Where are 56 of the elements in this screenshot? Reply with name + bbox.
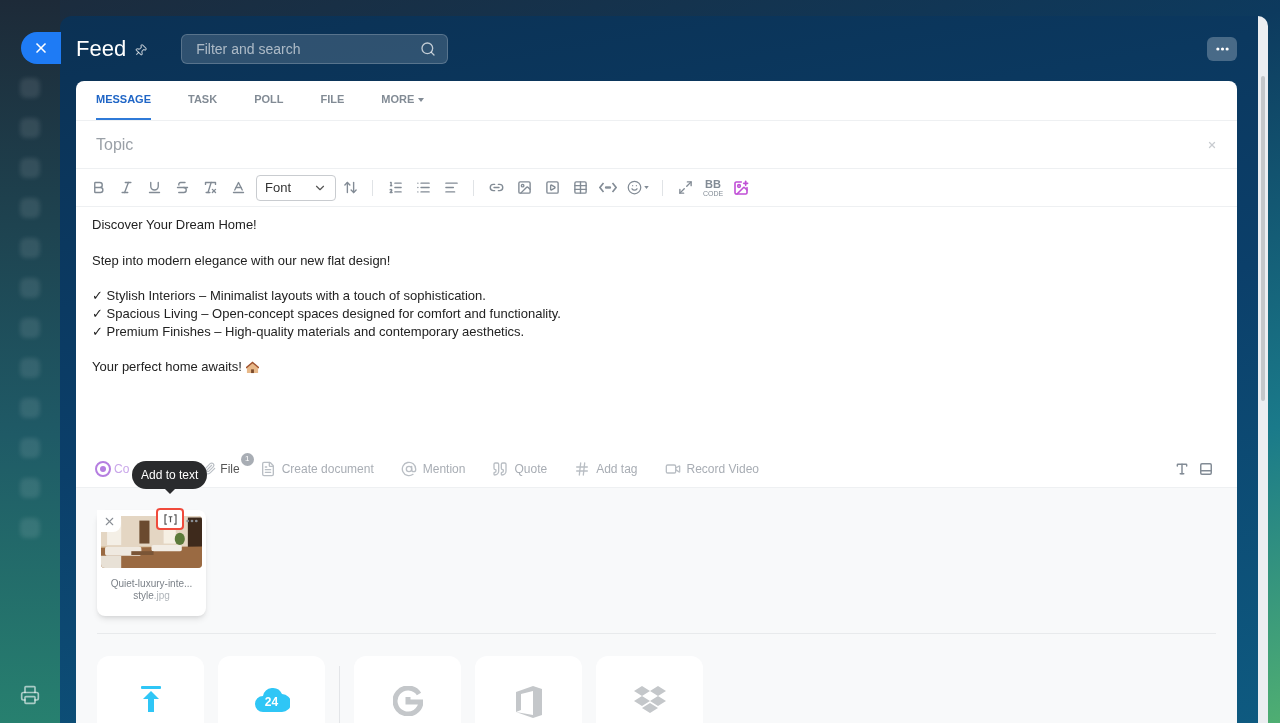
remove-icon[interactable] <box>97 510 121 532</box>
printer-icon[interactable] <box>20 685 40 705</box>
tooltip: Add to text <box>132 461 208 489</box>
tooltip-pointer <box>164 489 175 494</box>
office-card[interactable] <box>475 656 582 723</box>
attach-action[interactable]: Co <box>95 459 130 478</box>
google-drive-card[interactable] <box>354 656 461 723</box>
tab[interactable]: POLL <box>254 81 284 120</box>
more-icon[interactable] <box>186 519 198 523</box>
attach-action[interactable]: Record Video <box>664 459 760 478</box>
copilot-icon <box>95 460 111 477</box>
attach-action[interactable]: Mention <box>400 459 466 478</box>
at-sign-icon <box>400 460 417 477</box>
panel-icon[interactable] <box>1199 461 1213 476</box>
text-format-icon[interactable] <box>1175 461 1189 476</box>
message-line: ✓ Stylish Interiors – Minimalist layouts with a touch of sophistication. <box>92 287 486 305</box>
search-icon <box>420 40 437 57</box>
more-button[interactable] <box>1207 36 1237 61</box>
google-icon <box>392 686 423 716</box>
office-icon <box>515 686 542 718</box>
paperclip-icon <box>203 462 217 475</box>
cloud-logo: 24 <box>253 686 290 712</box>
add-to-text-icon[interactable] <box>156 508 184 530</box>
close-button[interactable] <box>21 32 61 64</box>
attach-action[interactable]: Quote <box>492 459 548 478</box>
close-icon <box>33 40 49 56</box>
file-name: Quiet-luxury-inte... <box>110 578 193 590</box>
page-title: Feed <box>76 35 127 63</box>
message-line: ✓ Premium Finishes – High-quality materials and contemporary aesthetics. <box>92 322 525 341</box>
message-line: Your perfect home awaits! <box>92 358 242 377</box>
message-line: Discover Your Dream Home! <box>92 216 257 234</box>
scrollbar-thumb[interactable] <box>1261 76 1265 401</box>
attach-action[interactable]: Add tag <box>574 459 638 478</box>
message-line: Step into modern elegance with our new flat design! <box>92 251 391 270</box>
quote-icon <box>492 460 509 477</box>
ellipsis-icon <box>1215 46 1229 51</box>
tab[interactable]: TASK <box>188 81 218 120</box>
file-name: style.jpg <box>133 590 170 602</box>
cloud-storage-card[interactable]: 24 <box>218 656 325 723</box>
close-icon[interactable] <box>1207 139 1217 150</box>
count-badge: 1 <box>240 452 254 466</box>
tab[interactable]: FILE <box>320 81 345 120</box>
hash-icon <box>574 460 591 477</box>
topic-field[interactable]: Topic <box>96 132 1207 157</box>
tab[interactable]: MESSAGE <box>96 81 151 120</box>
dropbox-icon <box>633 686 666 716</box>
file-card[interactable]: Quiet-luxury-inte... style.jpg <box>97 510 206 616</box>
attach-action[interactable]: Create document <box>259 459 374 478</box>
house-icon <box>245 360 259 374</box>
dropbox-card[interactable] <box>596 656 703 723</box>
font-select[interactable]: Font <box>256 174 336 201</box>
document-icon <box>259 460 276 477</box>
upload-card[interactable] <box>97 656 204 723</box>
message-line: ✓ Spacious Living – Open-concept spaces designed for comfort and functionality. <box>92 305 561 323</box>
upload-icon <box>140 686 161 712</box>
tab[interactable]: MORE <box>381 81 425 120</box>
